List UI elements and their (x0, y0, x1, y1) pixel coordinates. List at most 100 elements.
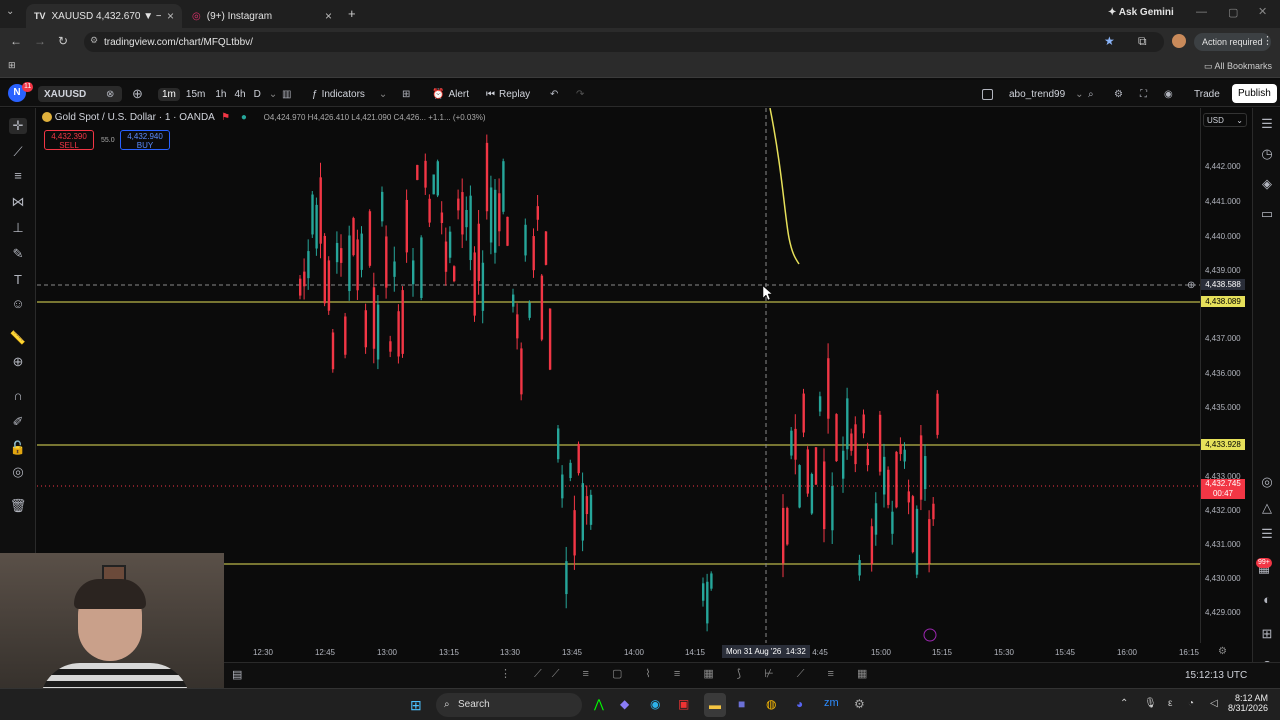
lock-icon[interactable]: 🔓 (9, 440, 27, 456)
notifications-icon[interactable]: ◐ (1258, 592, 1276, 608)
layout-button[interactable]: abo_trend99 ⌄ (982, 86, 1084, 102)
site-info-icon[interactable]: ⚙ (90, 35, 98, 46)
profile-avatar[interactable] (1172, 34, 1186, 48)
fullscreen-icon[interactable]: ⛶ (1140, 86, 1147, 102)
replay-label: Replay (499, 88, 531, 100)
interval-d[interactable]: D (250, 89, 265, 100)
discord-icon[interactable]: ◕ (796, 697, 803, 711)
apps-grid-icon[interactable]: ⊞ (8, 60, 16, 71)
zoom-icon[interactable]: zm (824, 697, 839, 709)
trend-line-tool-icon[interactable]: ⟋ (9, 144, 27, 160)
interval-15m[interactable]: 15m (180, 89, 211, 100)
interval-1h[interactable]: 1h (211, 89, 230, 100)
pattern-tool-icon[interactable]: ⋈ (9, 194, 27, 210)
interval-4h[interactable]: 4h (230, 89, 249, 100)
flag-icon[interactable]: ⚑ (221, 112, 230, 123)
interval-chevron-icon[interactable]: ⌄ (265, 89, 281, 100)
quick-search-icon[interactable]: ⌕ (1088, 86, 1094, 102)
tab-tradingview[interactable]: TV XAUUSD 4,432.670 ▼ −0.5% al × (26, 4, 182, 28)
zoom-tool-icon[interactable]: ⊕ (9, 354, 27, 370)
settings-app-icon[interactable]: ⚙ (854, 697, 865, 711)
ruler-tool-icon[interactable]: 📏 (9, 330, 27, 346)
trash-icon[interactable]: 🗑 (9, 498, 27, 514)
maximize-icon[interactable]: ▢ (1228, 6, 1238, 19)
minimize-icon[interactable]: — (1196, 6, 1207, 18)
alerts-clock-icon[interactable]: ◷ (1258, 146, 1276, 162)
action-required-button[interactable]: Action required (1194, 33, 1271, 51)
tab-instagram[interactable]: ◎ (9+) Instagram × (184, 4, 340, 28)
price-scale[interactable]: USD ⌄ 4,442.000 4,441.000 4,440.000 4,439.0… (1200, 108, 1252, 643)
close-tab-icon[interactable]: × (325, 9, 332, 23)
symbol-settings-icon[interactable]: ⊗ (106, 86, 114, 102)
target-icon[interactable]: ◎ (1258, 474, 1276, 490)
axis-settings-icon[interactable]: ⚙ (1218, 646, 1227, 657)
brush-tool-icon[interactable]: ✎ (9, 246, 27, 262)
magnet-tool-icon[interactable]: ∩ (9, 388, 27, 404)
legend-title[interactable]: Gold Spot / U.S. Dollar · 1 · OANDA (55, 112, 215, 123)
add-alert-plus-icon[interactable]: ⊕ (1187, 280, 1195, 291)
system-clock[interactable]: 8:12 AM 8/31/2026 (1228, 693, 1268, 713)
extensions-icon[interactable]: ⧉ (1138, 34, 1147, 49)
volume-icon[interactable]: ◁ (1210, 698, 1218, 709)
undo-icon[interactable]: ↶ (550, 86, 558, 102)
bookmark-star-icon[interactable]: ★ (1104, 34, 1115, 48)
ideas-icon[interactable]: △ (1258, 500, 1276, 516)
language-icon[interactable]: ε (1168, 698, 1172, 709)
interval-1m[interactable]: 1m (158, 87, 180, 101)
trade-button[interactable]: Trade (1188, 86, 1226, 102)
new-tab-icon[interactable]: + (348, 6, 356, 21)
replay-button[interactable]: ⏮ Replay (486, 86, 530, 102)
utc-clock[interactable]: 15:12:13 UTC (1185, 670, 1247, 681)
crosshair-tool-icon[interactable]: ✛ (9, 118, 27, 134)
wifi-icon[interactable]: ◔ (1188, 698, 1194, 709)
watchlist-icon[interactable]: ☰ (1258, 116, 1276, 132)
indicators-button[interactable]: ƒ Indicators ⌄ (312, 86, 387, 102)
omnibox[interactable]: ⚙ tradingview.com/chart/MFQLtbbv/ ★ (84, 32, 1164, 52)
candles-type-icon[interactable]: ▥ (282, 86, 291, 102)
close-window-icon[interactable]: ✕ (1258, 5, 1267, 18)
emoji-tool-icon[interactable]: ☺ (9, 296, 27, 312)
chrome-icon[interactable]: ◍ (766, 697, 776, 711)
close-tab-icon[interactable]: × (167, 9, 174, 23)
back-icon[interactable]: ← (10, 34, 22, 48)
indicators-icon: ƒ (312, 88, 318, 100)
chat-icon[interactable]: ▭ (1258, 206, 1276, 222)
ask-gemini-button[interactable]: ✦ Ask Gemini (1108, 7, 1174, 18)
snapshot-icon[interactable]: ◉ (1164, 86, 1173, 102)
templates-icon[interactable]: ⊞ (402, 86, 410, 102)
alert-button[interactable]: ⏰ Alert (432, 86, 469, 102)
browser-menu-icon[interactable]: ⋮ (1262, 34, 1273, 47)
mic-icon[interactable]: 🎙 (1144, 698, 1157, 709)
text-tool-icon[interactable]: T (9, 272, 27, 288)
edge-icon[interactable]: ◉ (650, 697, 660, 711)
all-bookmarks[interactable]: ▭ All Bookmarks (1204, 61, 1272, 72)
teams-icon[interactable]: ■ (738, 697, 745, 711)
settings-icon[interactable]: ⚙ (1114, 86, 1123, 102)
app-icon-1[interactable]: ⋀ (594, 697, 604, 711)
copilot-icon[interactable]: ◆ (620, 697, 629, 711)
tab-list-chevron-icon[interactable]: ⌄ (6, 6, 14, 17)
currency-selector[interactable]: USD ⌄ (1203, 113, 1247, 127)
forward-icon[interactable]: → (34, 34, 46, 48)
layers-icon[interactable]: ◈ (1258, 176, 1276, 192)
fib-tool-icon[interactable]: ≡ (9, 168, 27, 184)
widget-grid-icon[interactable]: ⊞ (1258, 626, 1276, 642)
date-range-icon[interactable]: ▤ (232, 668, 242, 681)
publish-button[interactable]: Publish (1232, 84, 1277, 103)
candle-body (520, 348, 523, 395)
file-explorer-icon[interactable]: ▬ (704, 693, 726, 717)
prediction-tool-icon[interactable]: ⊥ (9, 220, 27, 236)
hotlist-icon[interactable]: ☰ (1258, 526, 1276, 542)
eye-icon[interactable]: ◎ (9, 464, 27, 480)
taskbar-search[interactable]: ⌕ Search (436, 693, 582, 717)
lock-drawing-pencil-icon[interactable]: ✐ (9, 414, 27, 430)
sell-button[interactable]: 4,432.390 SELL (44, 130, 94, 150)
tray-chevron-icon[interactable]: ⌃ (1120, 698, 1128, 709)
favorite-drawings-bar[interactable]: ⋮ ⟋⟋ ≡ ▢ ⌇ ≡ ▦ ⟆ ⊬ ⟋ ≡ ▦ (500, 667, 877, 681)
pdf-icon[interactable]: ▣ (678, 697, 689, 711)
buy-button[interactable]: 4,432.940 BUY (120, 130, 170, 150)
start-icon[interactable]: ⊞ (410, 697, 422, 714)
reload-icon[interactable]: ↻ (58, 34, 68, 48)
compare-icon[interactable]: ⊕ (132, 86, 143, 102)
redo-icon[interactable]: ↷ (576, 86, 584, 102)
